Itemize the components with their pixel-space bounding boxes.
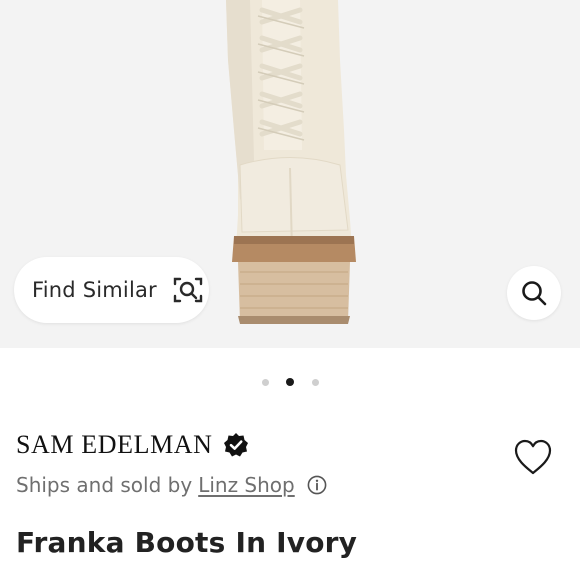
find-similar-button[interactable]: Find Similar <box>14 257 209 323</box>
gallery-dot-active[interactable] <box>286 378 294 386</box>
info-icon[interactable] <box>307 475 327 495</box>
seller-prefix: Ships and sold by <box>16 473 193 497</box>
search-icon <box>522 281 547 306</box>
zoom-button[interactable] <box>507 266 561 320</box>
seller-info: Ships and sold by Linz Shop <box>16 470 327 500</box>
product-title: Franka Boots In Ivory <box>16 526 358 559</box>
gallery-pagination <box>0 378 580 388</box>
brand-row: SAM EDELMAN <box>16 428 249 462</box>
verified-badge-icon <box>223 433 248 457</box>
product-image-gallery[interactable]: Find Similar <box>0 0 580 348</box>
brand-name[interactable]: SAM EDELMAN <box>16 430 213 460</box>
seller-link[interactable]: Linz Shop <box>198 473 295 497</box>
scan-search-icon <box>173 277 203 303</box>
find-similar-label: Find Similar <box>32 278 157 302</box>
heart-icon[interactable] <box>513 438 553 476</box>
gallery-dot[interactable] <box>312 379 319 386</box>
gallery-dot[interactable] <box>262 379 269 386</box>
